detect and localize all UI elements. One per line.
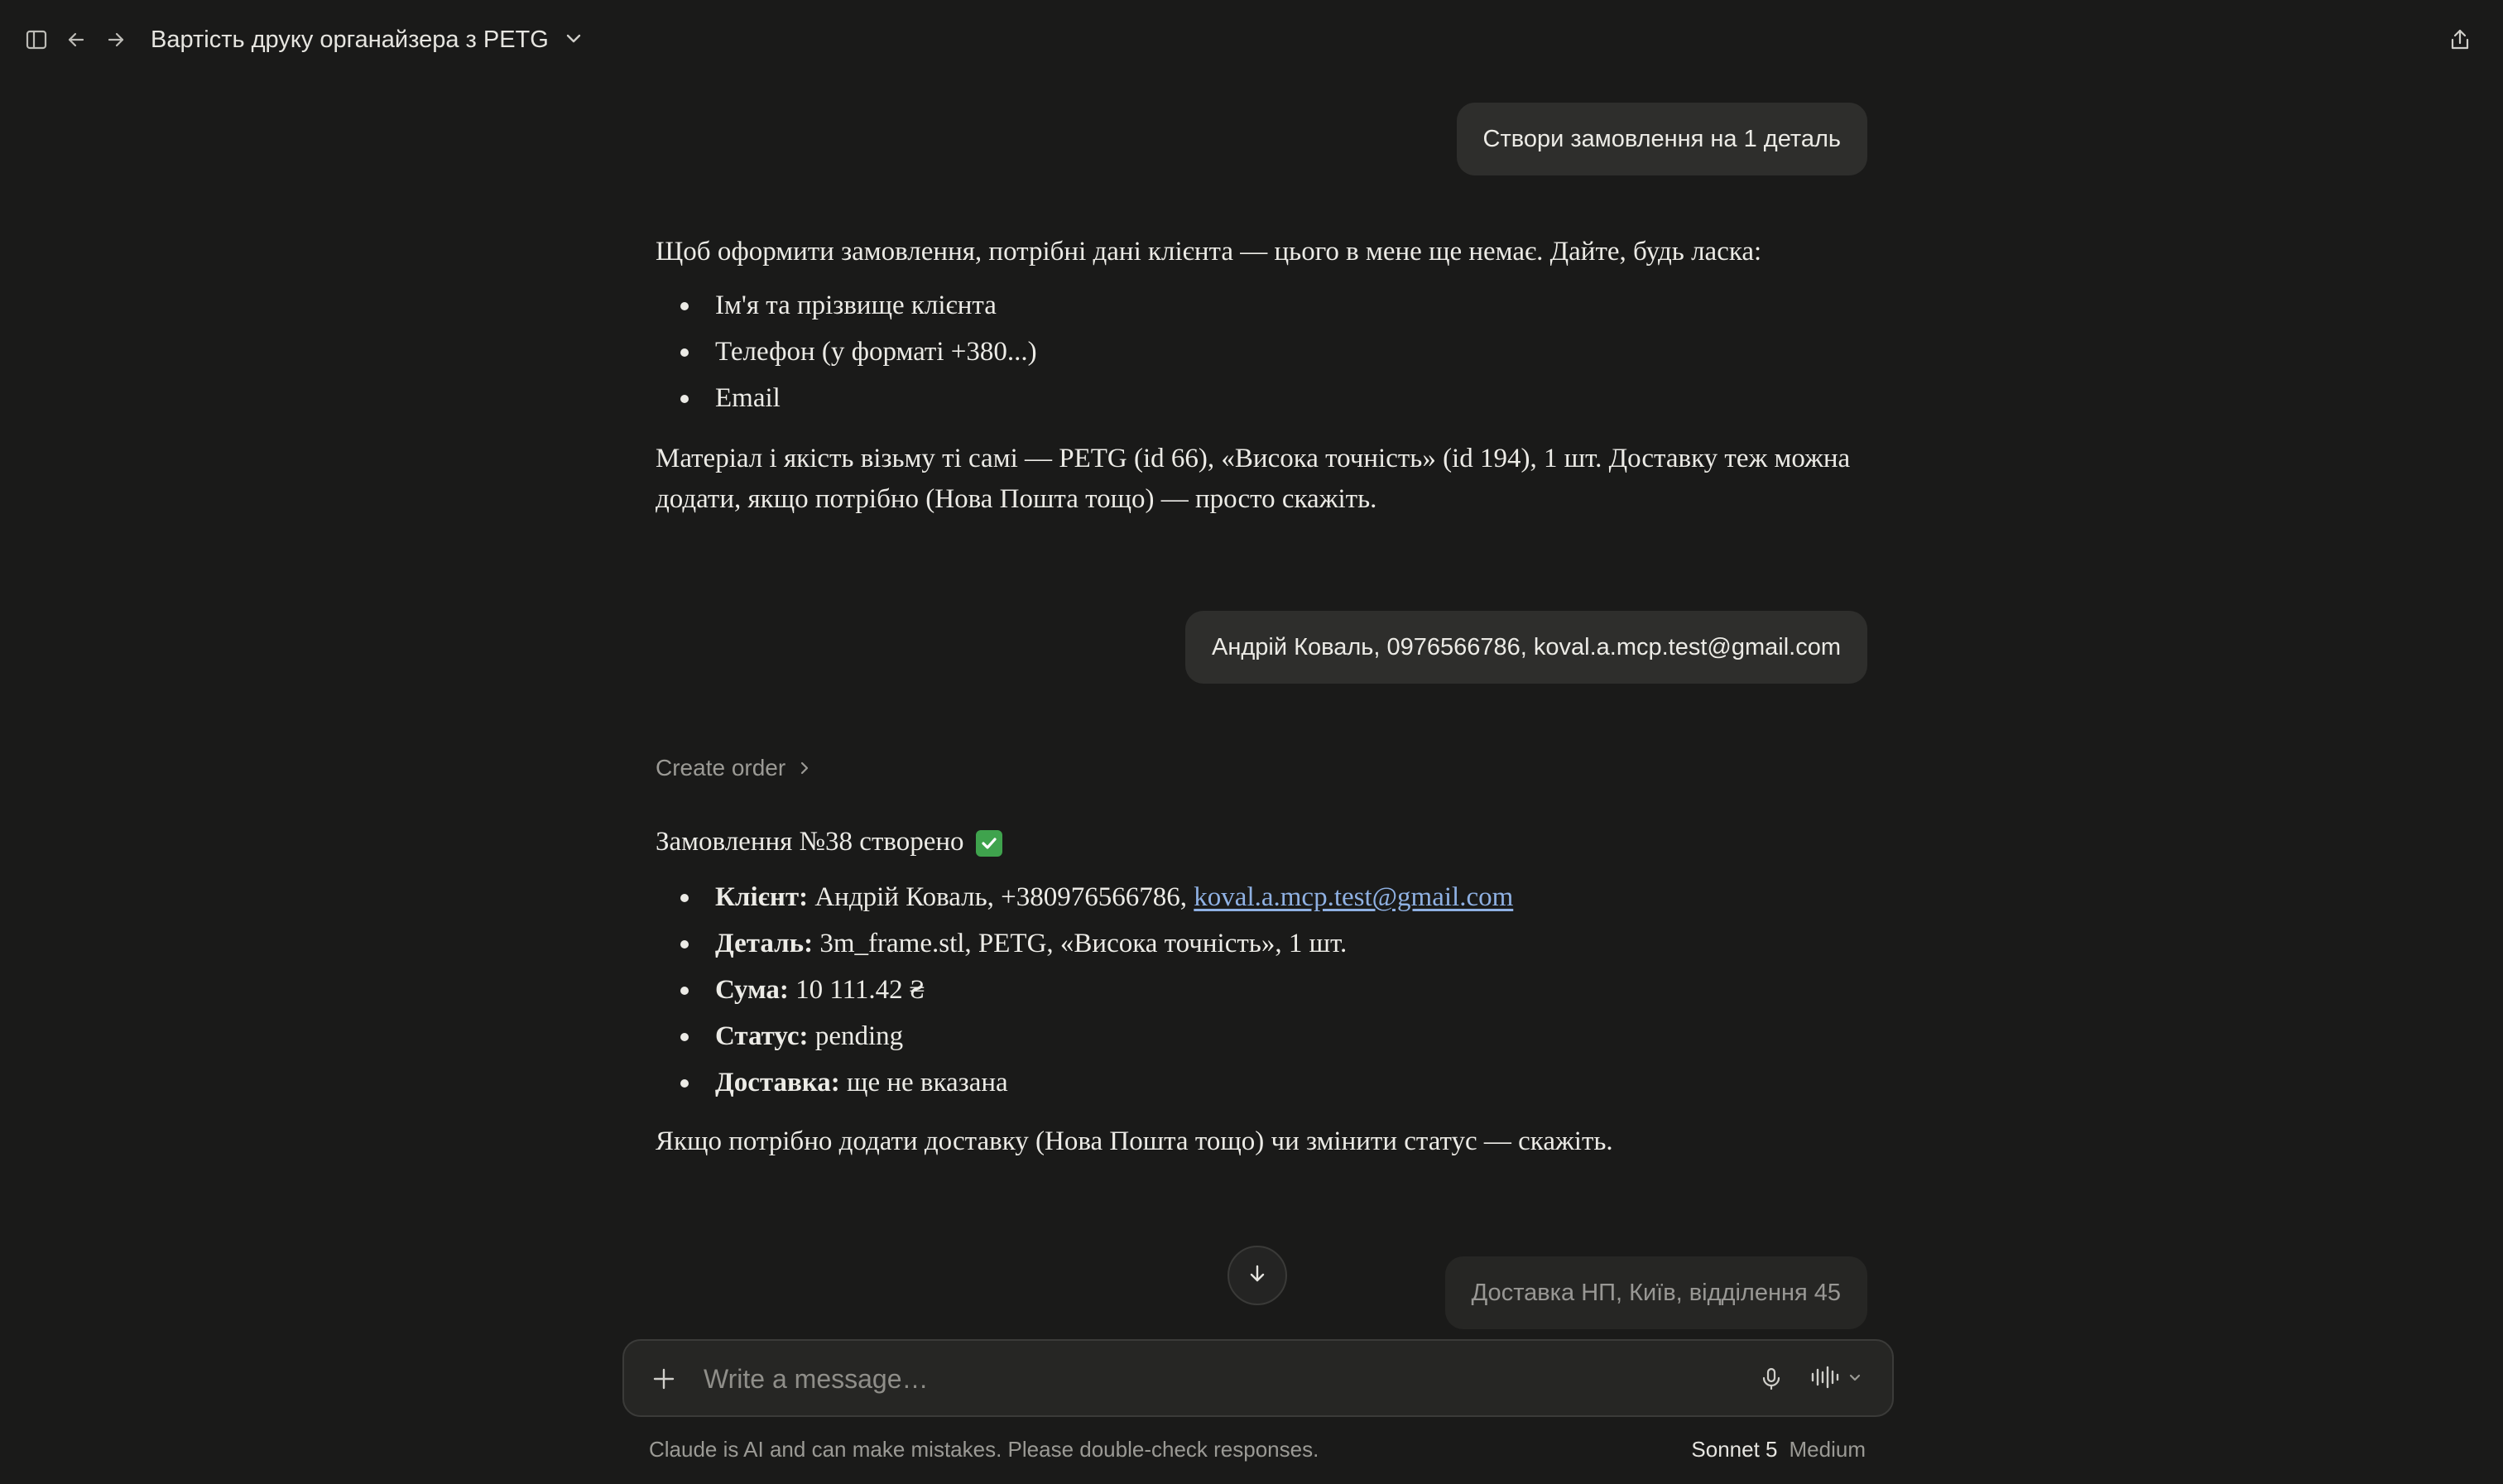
user-message-text: Доставка НП, Київ, відділення 45 (1471, 1279, 1841, 1306)
detail-label: Клієнт: (715, 882, 809, 912)
chevron-right-icon (797, 755, 812, 781)
user-message-text: Андрій Коваль, 0976566786, koval.a.mcp.t… (1212, 633, 1841, 660)
assistant-message: Щоб оформити замовлення, потрібні дані к… (656, 232, 1864, 520)
microphone-icon[interactable] (1753, 1361, 1790, 1397)
assistant-message: Замовлення №38 створено Клієнт: Андрій К… (656, 822, 1864, 1162)
arrow-down-icon (1246, 1262, 1269, 1289)
assistant-text: Матеріал і якість візьму ті самі — PETG … (656, 444, 1851, 514)
order-sum: Сума: 10 111.42 ₴ (656, 970, 1864, 1011)
order-heading-text: Замовлення №38 створено (656, 827, 964, 857)
list-item: Ім'я та прізвище клієнта (656, 286, 1864, 326)
model-selector[interactable]: Sonnet 5 Medium (1691, 1437, 1866, 1462)
sidebar-toggle-icon[interactable] (20, 23, 53, 56)
user-message: Створи замовлення на 1 деталь (1456, 103, 1867, 175)
order-details-list: Клієнт: Андрій Коваль, +380976566786, ko… (656, 877, 1864, 1103)
arrow-right-icon[interactable] (99, 23, 132, 56)
list-item: Email (656, 378, 1864, 419)
message-composer (622, 1339, 1894, 1417)
chevron-down-icon (1847, 1370, 1862, 1389)
queued-user-message: Доставка НП, Київ, відділення 45 (1444, 1256, 1867, 1329)
check-mark-emoji (975, 830, 1002, 857)
voice-mode-button[interactable] (1809, 1361, 1881, 1397)
voice-mode-icon (1809, 1365, 1842, 1394)
detail-value: pending (814, 1021, 904, 1051)
order-status: Статус: pending (656, 1016, 1864, 1057)
chevron-down-icon (564, 28, 584, 52)
message-input[interactable] (702, 1356, 1530, 1402)
detail-value: 3m_frame.stl, PETG, «Висока точність», 1… (819, 929, 1348, 958)
detail-value: Андрій Коваль, +380976566786, (814, 882, 1188, 912)
detail-label: Деталь: (715, 929, 814, 958)
detail-value: 10 111.42 ₴ (795, 975, 925, 1005)
detail-label: Сума: (715, 975, 789, 1005)
order-heading: Замовлення №38 створено (656, 822, 1864, 862)
order-part: Деталь: 3m_frame.stl, PETG, «Висока точн… (656, 924, 1864, 964)
detail-label: Статус: (715, 1021, 809, 1051)
client-email-link[interactable]: koval.a.mcp.test@gmail.com (1194, 882, 1513, 912)
user-message: Андрій Коваль, 0976566786, koval.a.mcp.t… (1185, 611, 1867, 684)
tool-call-toggle[interactable]: Create order (656, 755, 812, 781)
assistant-text: Якщо потрібно додати доставку (Нова Пошт… (656, 1126, 1613, 1156)
arrow-left-icon[interactable] (60, 23, 93, 56)
user-message-text: Створи замовлення на 1 деталь (1482, 125, 1841, 152)
scroll-to-bottom-button[interactable] (1227, 1246, 1287, 1305)
order-client: Клієнт: Андрій Коваль, +380976566786, ko… (656, 877, 1864, 918)
order-delivery: Доставка: ще не вказана (656, 1063, 1864, 1103)
conversation-title-menu[interactable]: Вартість друку органайзера з PETG (151, 22, 584, 58)
assistant-text: Щоб оформити замовлення, потрібні дані к… (656, 237, 1762, 267)
plus-icon[interactable] (646, 1361, 682, 1397)
required-fields-list: Ім'я та прізвище клієнта Телефон (у форм… (656, 286, 1864, 419)
conversation-title: Вартість друку органайзера з PETG (151, 26, 549, 53)
detail-value: ще не вказана (847, 1068, 1008, 1097)
detail-label: Доставка: (715, 1068, 840, 1097)
tool-call-label: Create order (656, 755, 786, 780)
disclaimer-text: Claude is AI and can make mistakes. Plea… (649, 1437, 1319, 1462)
model-name: Sonnet 5 (1691, 1437, 1778, 1462)
share-icon[interactable] (2443, 23, 2477, 56)
top-bar: Вартість друку органайзера з PETG (0, 0, 2503, 79)
list-item: Телефон (у форматі +380...) (656, 332, 1864, 372)
model-effort: Medium (1789, 1437, 1866, 1462)
